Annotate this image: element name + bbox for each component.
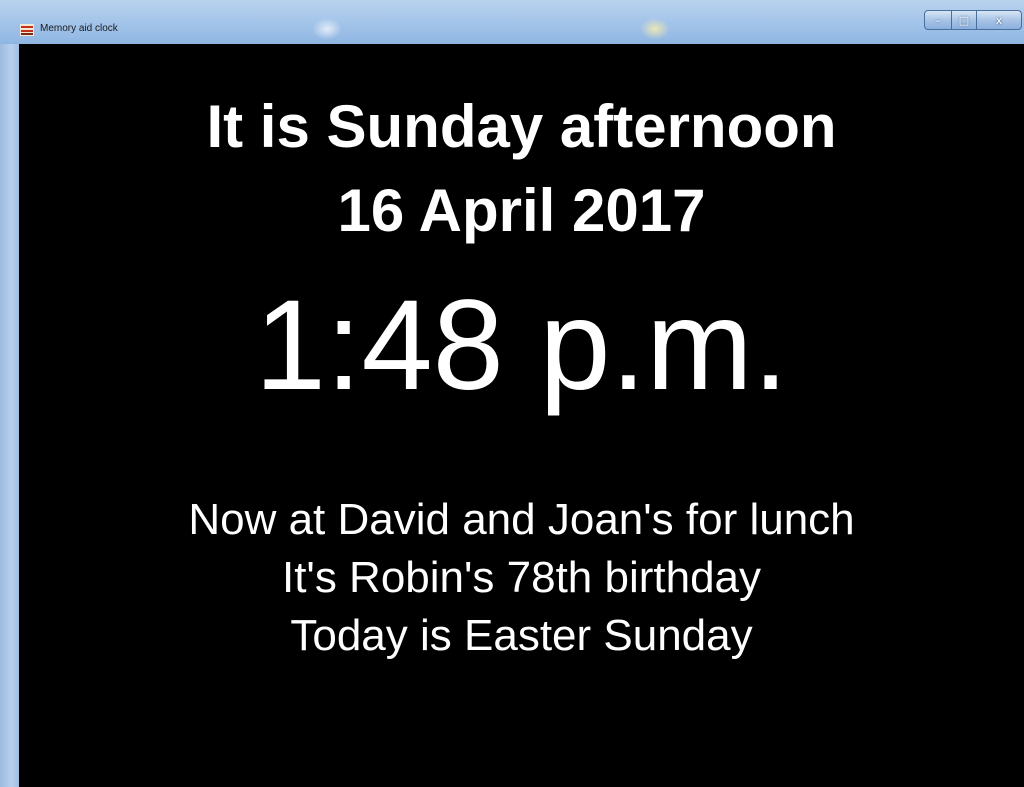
maximize-icon: □	[958, 13, 970, 27]
time-display: 1:48 p.m.	[254, 274, 789, 417]
window-frame-left	[0, 44, 19, 787]
window-title: Memory aid clock	[40, 23, 118, 34]
reminder-message: Now at David and Joan's for lunch	[188, 495, 855, 544]
day-period-heading: It is Sunday afternoon	[206, 93, 837, 160]
caption-buttons: – □ x	[924, 10, 1022, 32]
memory-aid-clock-window: Memory aid clock – □ x It is Sunday afte…	[0, 0, 1024, 787]
clock-display: It is Sunday afternoon 16 April 2017 1:4…	[19, 44, 1024, 787]
close-icon: x	[995, 13, 1003, 27]
date-heading: 16 April 2017	[337, 177, 706, 244]
maximize-button[interactable]: □	[951, 10, 977, 30]
clock-app-icon[interactable]	[20, 23, 34, 36]
title-bar[interactable]: Memory aid clock – □ x	[0, 0, 1024, 45]
title-bar-glow	[640, 18, 670, 40]
close-button[interactable]: x	[976, 10, 1022, 30]
reminder-message: Today is Easter Sunday	[290, 611, 753, 660]
minimize-button[interactable]: –	[924, 10, 952, 30]
minimize-icon: –	[935, 13, 941, 27]
reminder-message: It's Robin's 78th birthday	[281, 553, 762, 602]
title-bar-glow	[312, 18, 342, 40]
